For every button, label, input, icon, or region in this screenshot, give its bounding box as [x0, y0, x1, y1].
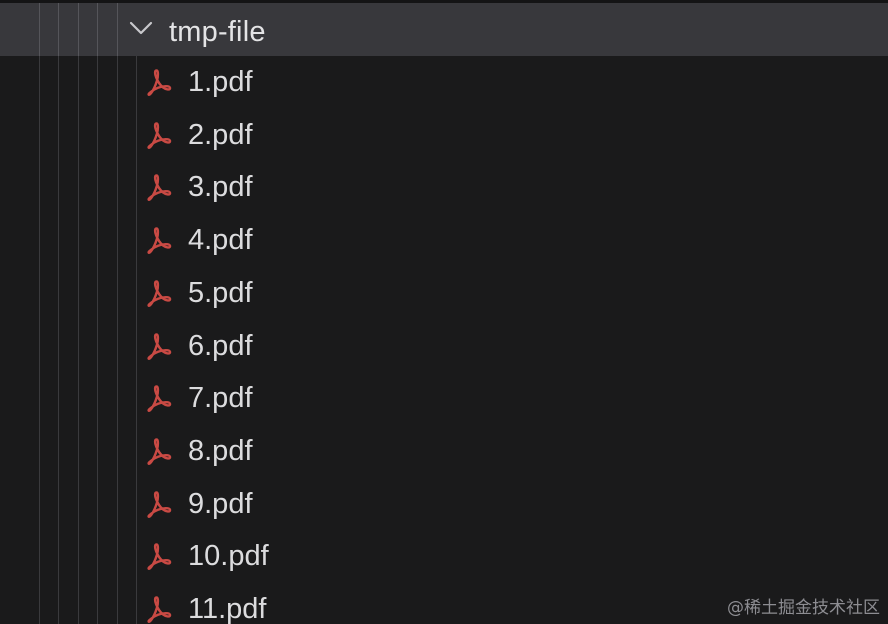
pdf-icon — [144, 67, 174, 97]
file-label: 6.pdf — [188, 329, 253, 362]
indent-guide — [58, 3, 59, 56]
file-label: 3.pdf — [188, 171, 253, 204]
pdf-icon — [144, 383, 174, 413]
file-label: 8.pdf — [188, 434, 253, 467]
pdf-icon — [144, 120, 174, 150]
indent-guide — [117, 3, 118, 56]
watermark: @稀土掘金技术社区 — [727, 598, 880, 618]
folder-row-tmp-file[interactable]: tmp-file — [0, 3, 888, 56]
pdf-icon — [144, 594, 174, 624]
file-label: 1.pdf — [188, 66, 253, 98]
pdf-icon — [144, 331, 174, 361]
file-label: 4.pdf — [188, 224, 253, 257]
file-label: 10.pdf — [188, 540, 269, 573]
indent-guide — [39, 3, 40, 56]
file-label: 9.pdf — [188, 487, 253, 520]
pdf-icon — [144, 436, 174, 466]
file-row[interactable]: 3.pdf — [0, 161, 888, 214]
file-label: 5.pdf — [188, 276, 253, 309]
pdf-icon — [144, 489, 174, 519]
file-row[interactable]: 1.pdf — [0, 56, 888, 109]
file-label: 11.pdf — [188, 593, 267, 624]
pdf-icon — [144, 541, 174, 571]
chevron-down-icon[interactable] — [128, 18, 154, 38]
file-row[interactable]: 7.pdf — [0, 372, 888, 425]
pdf-icon — [144, 225, 174, 255]
file-row[interactable]: 5.pdf — [0, 267, 888, 320]
file-row[interactable]: 4.pdf — [0, 214, 888, 267]
file-label: 7.pdf — [188, 382, 253, 415]
indent-guide — [78, 3, 79, 56]
file-explorer: tmp-file 1.pdf 2.pdf 3.pdf 4.pdf 5.pdf 6.pdf 7… — [0, 0, 888, 624]
pdf-icon — [144, 278, 174, 308]
file-row[interactable]: 6.pdf — [0, 320, 888, 373]
folder-label: tmp-file — [169, 16, 266, 48]
indent-guide — [97, 3, 98, 56]
pdf-icon — [144, 172, 174, 202]
file-row[interactable]: 10.pdf — [0, 530, 888, 583]
file-row[interactable]: 8.pdf — [0, 425, 888, 478]
file-row[interactable]: 9.pdf — [0, 478, 888, 531]
file-row[interactable]: 2.pdf — [0, 109, 888, 162]
file-label: 2.pdf — [188, 118, 253, 151]
